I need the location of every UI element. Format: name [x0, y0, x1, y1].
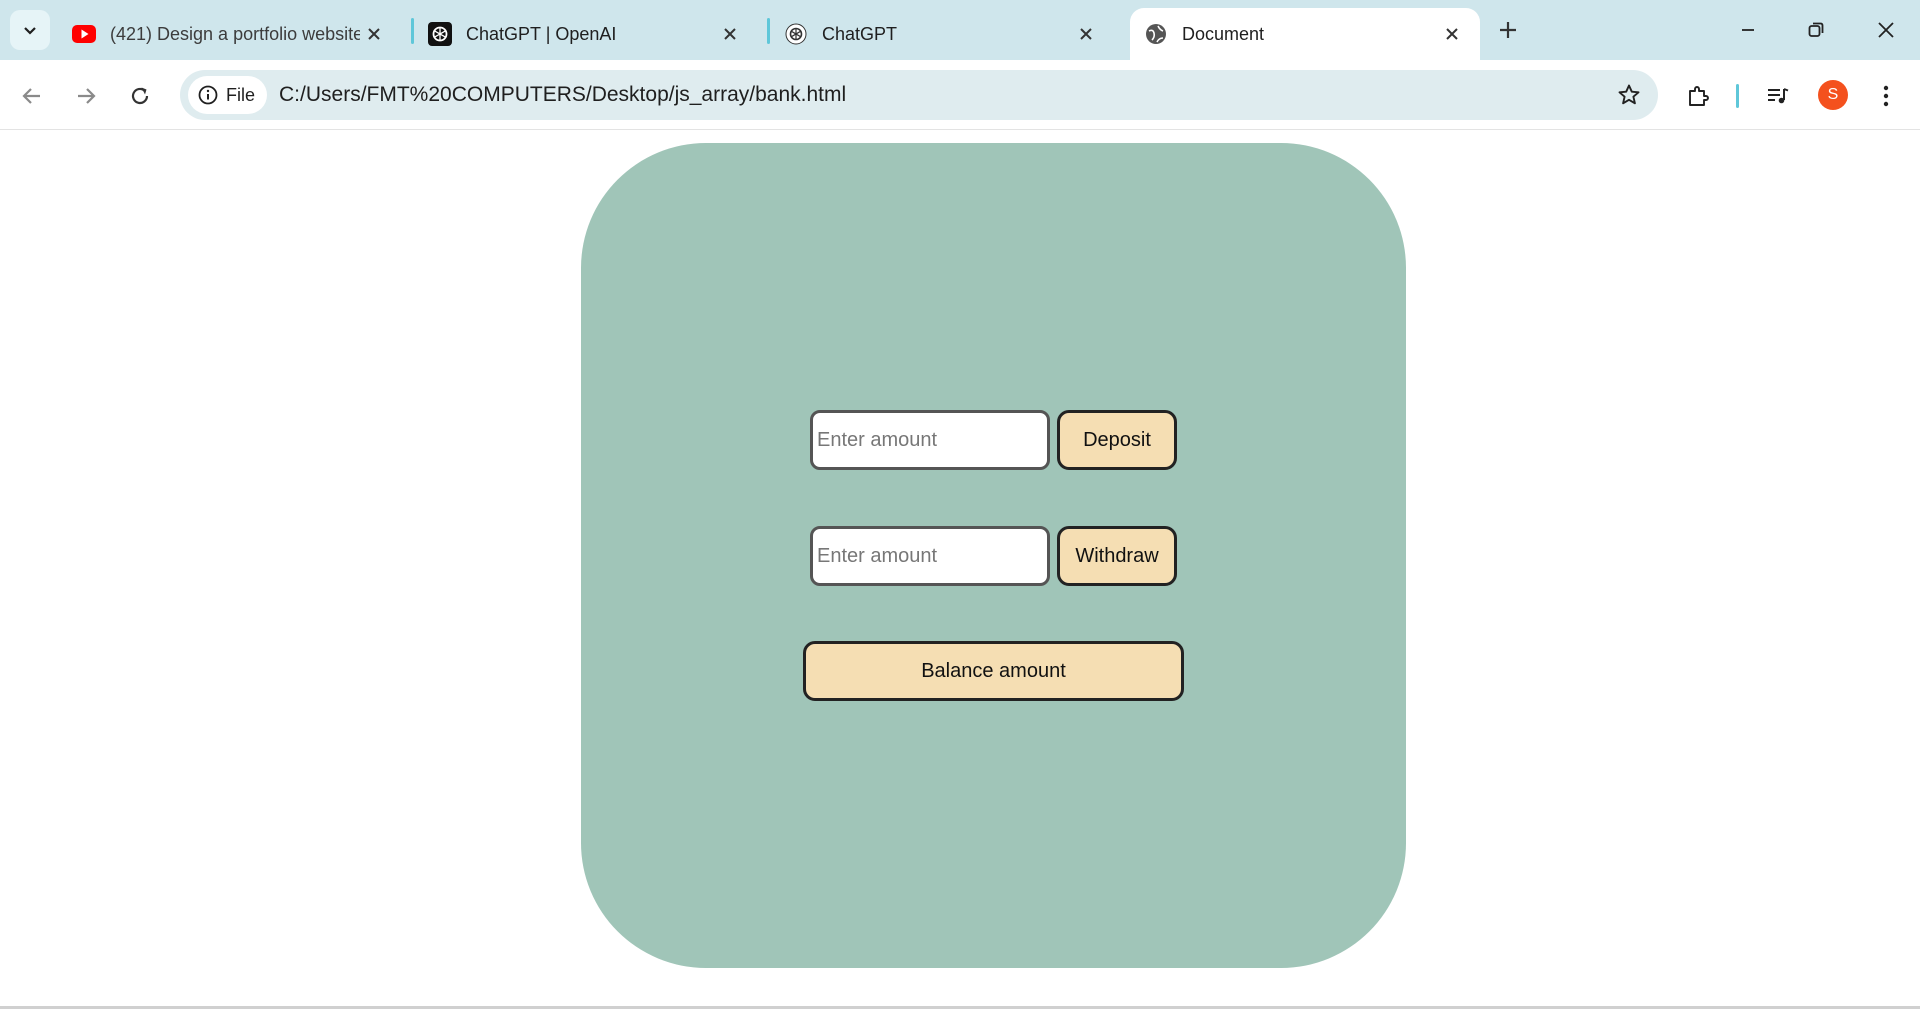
forward-button[interactable]: [68, 78, 104, 114]
youtube-icon: [72, 22, 96, 46]
tab-title: (421) Design a portfolio website: [110, 23, 360, 44]
tab-chatgpt[interactable]: ChatGPT: [770, 8, 1114, 60]
info-icon: [198, 85, 218, 105]
browser-toolbar: File C:/Users/FMT%20COMPUTERS/Desktop/js…: [0, 60, 1920, 130]
globe-icon: [1144, 22, 1168, 46]
arrow-left-icon: [22, 88, 40, 104]
minimize-icon: [1742, 29, 1754, 31]
close-icon[interactable]: [1440, 22, 1464, 46]
close-icon: [1878, 22, 1894, 38]
reload-button[interactable]: [122, 78, 158, 114]
restore-icon: [1808, 22, 1824, 37]
minimize-button[interactable]: [1730, 14, 1766, 46]
deposit-amount-input[interactable]: [810, 410, 1050, 470]
tab-document[interactable]: Document: [1130, 8, 1480, 60]
extensions-button[interactable]: [1680, 78, 1716, 114]
withdraw-amount-input[interactable]: [810, 526, 1050, 586]
tab-search-button[interactable]: [10, 10, 50, 50]
openai-icon: [428, 22, 452, 46]
more-vert-icon: [1883, 85, 1889, 107]
deposit-button[interactable]: Deposit: [1057, 410, 1177, 470]
withdraw-button[interactable]: Withdraw: [1057, 526, 1177, 586]
openai-icon: [784, 22, 808, 46]
bank-card: Deposit Withdraw Balance amount: [581, 143, 1406, 968]
new-tab-button[interactable]: [1494, 16, 1522, 44]
site-chip-label: File: [226, 84, 256, 105]
bookmark-star-icon[interactable]: [1616, 82, 1642, 108]
balance-amount-button[interactable]: Balance amount: [803, 641, 1184, 701]
close-icon[interactable]: [718, 22, 742, 46]
tab-title: ChatGPT | OpenAI: [466, 23, 617, 44]
media-control-button[interactable]: [1760, 78, 1796, 114]
tab-chatgpt-openai[interactable]: ChatGPT | OpenAI: [414, 8, 758, 60]
menu-button[interactable]: [1868, 78, 1904, 114]
close-icon[interactable]: [1074, 22, 1098, 46]
page-viewport: Deposit Withdraw Balance amount: [0, 131, 1920, 1006]
url-text[interactable]: C:/Users/FMT%20COMPUTERS/Desktop/js_arra…: [279, 83, 846, 107]
close-window-button[interactable]: [1868, 14, 1904, 46]
reload-icon: [131, 87, 149, 105]
tab-title: ChatGPT: [822, 23, 898, 44]
restore-button[interactable]: [1798, 14, 1834, 46]
tab-strip: (421) Design a portfolio website ChatGPT…: [0, 0, 1920, 60]
toolbar-separator: [1736, 84, 1739, 108]
back-button[interactable]: [14, 78, 50, 114]
profile-avatar[interactable]: S: [1818, 80, 1848, 110]
tab-youtube[interactable]: (421) Design a portfolio website: [58, 8, 402, 60]
address-bar[interactable]: File C:/Users/FMT%20COMPUTERS/Desktop/js…: [180, 70, 1658, 120]
plus-icon: [1500, 22, 1516, 38]
chevron-down-icon: [24, 27, 36, 35]
playlist-music-icon: [1768, 88, 1789, 104]
tab-title: Document: [1182, 23, 1265, 44]
close-icon[interactable]: [362, 22, 386, 46]
puzzle-icon: [1689, 86, 1709, 106]
arrow-right-icon: [78, 88, 96, 104]
site-info-chip[interactable]: File: [188, 76, 268, 114]
